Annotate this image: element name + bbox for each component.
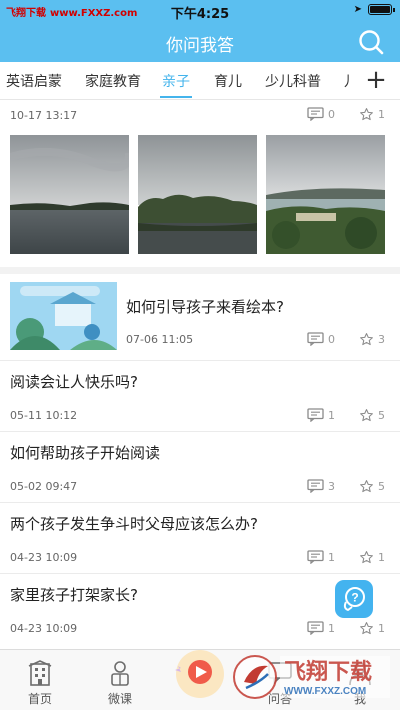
building-icon xyxy=(28,660,52,686)
tab-kids-science[interactable]: 少儿科普 xyxy=(265,71,321,91)
post-time: 05-11 10:12 xyxy=(10,409,78,422)
battery-icon xyxy=(368,4,395,15)
plus-icon[interactable]: + xyxy=(364,66,388,94)
tab-family-education[interactable]: 家庭教育 xyxy=(85,71,141,91)
question-item[interactable]: 阅读会让人快乐吗? 05-11 10:12 1 5 xyxy=(0,361,400,431)
star-icon xyxy=(360,622,373,635)
like-count[interactable]: 5 xyxy=(359,479,385,494)
like-count[interactable]: 1 xyxy=(359,621,385,636)
post-time: 04-23 10:09 xyxy=(10,551,78,564)
search-icon[interactable] xyxy=(358,29,384,55)
star-icon xyxy=(360,333,373,346)
picture-book-thumbnail xyxy=(10,282,117,350)
question-title: 阅读会让人快乐吗? xyxy=(10,373,138,391)
tab-parenting[interactable]: 育儿 xyxy=(214,71,242,91)
tab-home[interactable]: 首页 xyxy=(0,650,80,710)
tab-parent-child[interactable]: 亲子 xyxy=(162,71,190,91)
page-title: 你问我答 xyxy=(166,36,234,56)
lake-photo-1[interactable] xyxy=(10,135,129,254)
comment-count-value: 1 xyxy=(328,408,335,422)
star-icon xyxy=(360,409,373,422)
watermark-logo-url: WWW.FXXZ.COM xyxy=(284,686,366,697)
post-time: 10-17 13:17 xyxy=(10,109,78,122)
section-separator xyxy=(0,267,400,274)
comment-count: 0 xyxy=(307,332,335,346)
watermark-logo: 飞翔下载 WWW.FXXZ.COM xyxy=(232,652,392,702)
comment-count: 3 xyxy=(307,479,335,493)
active-tab-indicator xyxy=(160,96,192,98)
question-title: 家里孩子打架家长? xyxy=(10,586,138,604)
like-count-value: 3 xyxy=(378,333,385,346)
comment-count: 1 xyxy=(307,408,335,422)
location-icon: ➤ xyxy=(353,4,362,15)
play-icon xyxy=(175,650,224,698)
nav-bar: 你问我答 xyxy=(0,22,400,62)
comment-icon xyxy=(307,479,324,493)
question-item[interactable]: 如何帮助孩子开始阅读 05-02 09:47 3 5 xyxy=(0,432,400,502)
comment-icon xyxy=(307,550,324,564)
category-tabs: 英语启蒙 家庭教育 亲子 育儿 少儿科普 儿 + xyxy=(0,62,400,100)
help-button[interactable]: ? xyxy=(335,580,373,618)
like-count[interactable]: 3 xyxy=(359,332,385,347)
watermark-logo-text: 飞翔下载 xyxy=(284,659,372,685)
lake-photo-3[interactable] xyxy=(266,135,385,254)
like-count-value: 5 xyxy=(378,409,385,422)
comment-count-value: 1 xyxy=(328,621,335,635)
status-right: ➤ xyxy=(353,4,395,15)
like-count-value: 1 xyxy=(378,551,385,564)
post-time: 04-23 10:09 xyxy=(10,622,78,635)
tab-more-partial[interactable]: 儿 xyxy=(344,71,352,91)
comment-icon xyxy=(307,107,324,121)
star-icon xyxy=(360,551,373,564)
person-icon xyxy=(111,661,129,686)
star-icon xyxy=(360,480,373,493)
comment-count-value: 0 xyxy=(328,332,335,346)
comment-icon xyxy=(307,621,324,635)
question-title: 如何引导孩子来看绘本? xyxy=(126,298,284,316)
post-time: 05-02 09:47 xyxy=(10,480,78,493)
status-bar: 飞翔下载 www.FXXZ.com 下午4:25 ➤ xyxy=(0,0,400,22)
tab-microclass-label: 微课 xyxy=(107,692,132,706)
question-feed: 10-17 13:17 0 1 如何引导孩子来看绘本? 07-06 11:05 … xyxy=(0,101,400,649)
tab-play[interactable] xyxy=(160,650,240,710)
like-count[interactable]: 1 xyxy=(359,550,385,565)
like-count[interactable]: 5 xyxy=(359,408,385,423)
like-count-value: 1 xyxy=(378,622,385,635)
like-count[interactable]: 1 xyxy=(359,107,385,122)
comment-count-value: 1 xyxy=(328,550,335,564)
question-title: 两个孩子发生争斗时父母应该怎么办? xyxy=(10,515,258,533)
star-icon xyxy=(360,108,373,121)
question-item[interactable]: 两个孩子发生争斗时父母应该怎么办? 04-23 10:09 1 1 xyxy=(0,503,400,573)
tab-microclass[interactable]: 微课 xyxy=(80,650,160,710)
status-time: 下午4:25 xyxy=(170,7,230,22)
comment-count: 1 xyxy=(307,621,335,635)
svg-text:?: ? xyxy=(351,591,358,605)
comment-count-value: 0 xyxy=(328,107,335,121)
comment-icon xyxy=(307,332,324,346)
photo-post[interactable]: 10-17 13:17 0 1 xyxy=(0,101,400,267)
like-count-value: 1 xyxy=(378,108,385,121)
question-title: 如何帮助孩子开始阅读 xyxy=(10,444,161,462)
tab-home-label: 首页 xyxy=(27,692,52,706)
comment-icon xyxy=(307,408,324,422)
help-question-icon: ? xyxy=(343,587,365,611)
comment-count: 0 xyxy=(307,107,335,121)
comment-count: 1 xyxy=(307,550,335,564)
tab-english[interactable]: 英语启蒙 xyxy=(6,71,62,91)
comment-count-value: 3 xyxy=(328,479,335,493)
like-count-value: 5 xyxy=(378,480,385,493)
post-time: 07-06 11:05 xyxy=(126,333,194,346)
thumb-post[interactable]: 如何引导孩子来看绘本? 07-06 11:05 0 3 xyxy=(0,274,400,360)
lake-photo-2[interactable] xyxy=(138,135,257,254)
